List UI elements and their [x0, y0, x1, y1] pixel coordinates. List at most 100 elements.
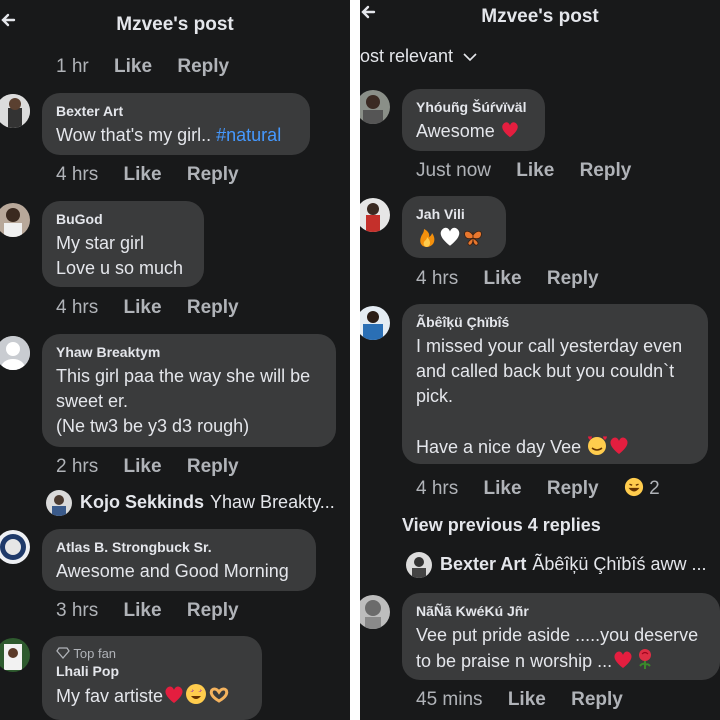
- post-header: Mzvee's post: [0, 0, 350, 50]
- heart-emoji-icon: [501, 122, 518, 138]
- commenter-name[interactable]: Yhaw Breaktym: [56, 344, 322, 360]
- like-button[interactable]: Like: [114, 56, 152, 78]
- comment-actions: 1 hr Like Reply: [56, 56, 249, 78]
- avatar: [46, 490, 72, 516]
- avatar[interactable]: [360, 198, 390, 232]
- top-fan-badge: Top fan: [56, 646, 248, 661]
- comment-time: 1 hr: [56, 56, 89, 77]
- comment-bubble: Atlas B. Strongbuck Sr. Awesome and Good…: [42, 529, 316, 591]
- reaction-summary[interactable]: 2: [624, 477, 680, 500]
- comment-bubble: BuGod My star girl Love u so much: [42, 201, 204, 287]
- avatar[interactable]: [0, 203, 30, 237]
- commenter-name[interactable]: Bexter Art: [56, 103, 296, 119]
- comment-bubble: Yhaw Breaktym This girl paa the way she …: [42, 334, 336, 447]
- reply-preview[interactable]: Kojo Sekkinds Yhaw Breakty...: [46, 490, 335, 516]
- reply-button[interactable]: Reply: [547, 268, 599, 290]
- reply-button[interactable]: Reply: [187, 456, 239, 478]
- comment-time: 45 mins: [416, 689, 483, 710]
- chevron-down-icon: [463, 53, 477, 62]
- commenter-name[interactable]: NãÑã KwéKú Jñr: [416, 603, 706, 619]
- reply-button[interactable]: Reply: [580, 160, 632, 182]
- like-button[interactable]: Like: [124, 297, 162, 319]
- comment-text-line: pick.: [416, 386, 454, 406]
- like-button[interactable]: Like: [484, 268, 522, 290]
- comment-actions: 4 hrs Like Reply: [56, 164, 259, 186]
- comment-text-line: sweet er.: [56, 391, 129, 411]
- commenter-name[interactable]: Yhóuñg Šúŕvïväl: [416, 99, 531, 115]
- sort-dropdown[interactable]: lost relevant: [360, 46, 478, 67]
- avatar[interactable]: [360, 595, 390, 629]
- comment-text-line: My star girl: [56, 233, 145, 253]
- comment-text-line: (Ne tw3 be y3 d3 rough): [56, 416, 250, 436]
- comment-time: 4 hrs: [416, 478, 459, 499]
- comment-bubble: Ãbêîķü Çhïbîś I missed your call yesterd…: [402, 304, 708, 464]
- diamond-icon: [56, 647, 70, 659]
- comment-text-line: Have a nice day Vee: [416, 434, 694, 460]
- hashtag-link[interactable]: #natural: [216, 125, 281, 145]
- reply-preview[interactable]: Bexter Art Ãbêîķü Çhïbîś aww ...: [406, 552, 706, 578]
- like-button[interactable]: Like: [508, 689, 546, 711]
- commenter-name[interactable]: Atlas B. Strongbuck Sr.: [56, 539, 302, 555]
- avatar[interactable]: [0, 94, 30, 128]
- commenter-name[interactable]: Jah Vili: [416, 206, 492, 222]
- butterfly-emoji-icon: [464, 230, 482, 246]
- rose-emoji-icon: [639, 649, 652, 669]
- comment-text: Awesome: [416, 119, 531, 144]
- fire-emoji-icon: [420, 229, 435, 247]
- view-previous-replies-link[interactable]: View previous 4 replies: [402, 515, 601, 536]
- white-heart-emoji-icon: [440, 227, 460, 246]
- heart-emoji-icon: [614, 651, 632, 668]
- comment-text-line: and called back but you couldn`t: [416, 361, 675, 381]
- comment-text-line: Love u so much: [56, 258, 184, 278]
- like-button[interactable]: Like: [516, 160, 554, 182]
- comment-text-line: to be praise n worship ...: [416, 648, 706, 674]
- commenter-name[interactable]: Ãbêîķü Çhïbîś: [416, 314, 694, 330]
- comment-actions: 45 mins Like Reply: [416, 689, 643, 711]
- avatar[interactable]: [0, 530, 30, 564]
- page-title: Mzvee's post: [481, 6, 599, 27]
- right-screenshot: Mzvee's post lost relevant Yhóuñg Šúŕvïv…: [360, 0, 720, 720]
- like-button[interactable]: Like: [124, 600, 162, 622]
- reply-button[interactable]: Reply: [187, 297, 239, 319]
- avatar: [406, 552, 432, 578]
- comment-bubble: NãÑã KwéKú Jñr Vee put pride aside .....…: [402, 593, 720, 680]
- comment-time: 4 hrs: [56, 164, 99, 185]
- reply-snippet: Yhaw Breakty...: [210, 491, 335, 512]
- reaction-count: 2: [649, 478, 660, 499]
- reply-button[interactable]: Reply: [571, 689, 623, 711]
- left-screenshot: Mzvee's post 1 hr Like Reply Bexter Art …: [0, 0, 350, 720]
- comment-text: Awesome and Good Morning: [56, 561, 289, 581]
- like-button[interactable]: Like: [124, 164, 162, 186]
- commenter-name[interactable]: Lhali Pop: [56, 663, 248, 679]
- comment-actions: 4 hrs Like Reply: [416, 268, 619, 290]
- comment-time: 4 hrs: [416, 268, 459, 289]
- comment-text: [416, 226, 492, 252]
- comment-text-line: This girl paa the way she will be: [56, 366, 311, 386]
- comment-time: Just now: [416, 160, 491, 181]
- comment-time: 4 hrs: [56, 297, 99, 318]
- heart-hands-emoji-icon: [209, 687, 229, 703]
- reply-button[interactable]: Reply: [187, 600, 239, 622]
- avatar[interactable]: [360, 90, 390, 124]
- post-header: Mzvee's post: [360, 0, 720, 50]
- like-button[interactable]: Like: [484, 478, 522, 500]
- like-button[interactable]: Like: [124, 456, 162, 478]
- reply-button[interactable]: Reply: [177, 56, 229, 78]
- comment-text: My fav artiste: [56, 683, 248, 709]
- avatar[interactable]: [0, 638, 30, 672]
- avatar[interactable]: [360, 306, 390, 340]
- default-avatar-icon[interactable]: [0, 336, 30, 370]
- smiling-hearts-emoji-icon: [588, 436, 607, 455]
- page-title: Mzvee's post: [116, 14, 234, 35]
- comment-bubble: Bexter Art Wow that's my girl.. #natural: [42, 93, 310, 155]
- comment-time: 3 hrs: [56, 600, 99, 621]
- commenter-name[interactable]: BuGod: [56, 211, 190, 227]
- comment-actions: 4 hrs Like Reply 2: [416, 477, 680, 500]
- reply-button[interactable]: Reply: [547, 478, 599, 500]
- comment-bubble: Top fan Lhali Pop My fav artiste: [42, 636, 262, 720]
- haha-emoji-icon: [624, 477, 643, 497]
- comment-actions: 4 hrs Like Reply: [56, 297, 259, 319]
- comment-actions: Just now Like Reply: [416, 160, 651, 182]
- comment-actions: 2 hrs Like Reply: [56, 456, 259, 478]
- reply-button[interactable]: Reply: [187, 164, 239, 186]
